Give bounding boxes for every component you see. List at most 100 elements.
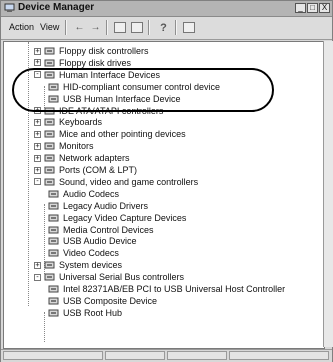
tree-item-label: Legacy Audio Drivers bbox=[63, 200, 149, 211]
tree-item-label: Human Interface Devices bbox=[59, 69, 161, 80]
tree-category-item[interactable]: + Network adapters bbox=[34, 152, 130, 164]
minimize-button[interactable]: _ bbox=[295, 3, 306, 13]
tree-item-label: Floppy disk controllers bbox=[59, 46, 149, 56]
tree-item-label: Keyboards bbox=[59, 117, 103, 128]
expand-icon[interactable]: + bbox=[34, 261, 41, 269]
forward-icon[interactable]: → bbox=[89, 21, 102, 34]
hid-device-icon bbox=[48, 94, 60, 104]
audio-icon bbox=[48, 213, 60, 223]
tree-category-item[interactable]: + IDE ATA/ATAPI controllers bbox=[34, 105, 163, 117]
device-tree[interactable]: + Floppy disk controllers + Floppy disk dri… bbox=[3, 41, 325, 349]
tree-child-item[interactable]: USB Root Hub bbox=[48, 307, 122, 319]
collapse-icon[interactable]: - bbox=[34, 178, 41, 186]
tree-item-label: USB Human Interface Device bbox=[63, 93, 181, 104]
tree-guide-line bbox=[44, 312, 45, 342]
tree-item-label: Video Codecs bbox=[63, 248, 119, 259]
audio-icon bbox=[48, 189, 60, 199]
tree-child-item[interactable]: Media Control Devices bbox=[48, 224, 154, 236]
keyboard-icon bbox=[44, 117, 56, 127]
view-icon[interactable] bbox=[131, 22, 143, 33]
usb-icon bbox=[48, 308, 60, 318]
status-cell bbox=[3, 351, 103, 360]
tree-category-item[interactable]: + Floppy disk controllers bbox=[34, 45, 149, 57]
tree-child-item[interactable]: USB Composite Device bbox=[48, 295, 157, 307]
window-title: Device Manager bbox=[18, 2, 95, 13]
scan-icon[interactable] bbox=[183, 22, 195, 33]
tree-item-label: Ports (COM & LPT) bbox=[59, 165, 138, 175]
tree-item-label: USB Audio Device bbox=[63, 236, 137, 247]
audio-icon bbox=[48, 201, 60, 211]
tree-child-item[interactable]: Legacy Video Capture Devices bbox=[48, 212, 186, 224]
hid-device-icon bbox=[48, 82, 60, 92]
expand-icon[interactable]: + bbox=[34, 107, 41, 114]
audio-icon bbox=[48, 225, 60, 235]
tree-child-item[interactable]: Audio Codecs bbox=[48, 188, 119, 200]
toolbar-separator bbox=[148, 20, 150, 35]
close-button[interactable]: X bbox=[319, 3, 330, 13]
tree-category-item[interactable]: + Keyboards bbox=[34, 116, 102, 128]
sound-icon bbox=[44, 177, 56, 187]
usb-icon bbox=[44, 272, 56, 282]
tree-item-label: HID-compliant consumer control device bbox=[63, 81, 221, 92]
tree-item-label: Audio Codecs bbox=[63, 188, 120, 199]
tree-category-item[interactable]: + System devices bbox=[34, 259, 122, 271]
expand-icon[interactable]: + bbox=[34, 154, 41, 162]
vertical-scrollbar[interactable] bbox=[323, 41, 333, 347]
expand-icon[interactable]: + bbox=[34, 47, 41, 55]
tree-category-item[interactable]: + Floppy disk drives bbox=[34, 57, 131, 69]
tree-child-item[interactable]: USB Audio Device bbox=[48, 235, 137, 247]
device-manager-window: Device Manager _ □ X Action View ← → ? +… bbox=[0, 0, 333, 362]
tree-guide-line bbox=[28, 42, 29, 306]
tree-item-label: Monitors bbox=[59, 141, 94, 152]
tree-category-item[interactable]: + Mice and other pointing devices bbox=[34, 128, 186, 140]
status-cell bbox=[229, 351, 329, 360]
tree-child-item[interactable]: Video Codecs bbox=[48, 247, 119, 259]
status-cell bbox=[105, 351, 165, 360]
floppy-drive-icon bbox=[44, 58, 56, 68]
tree-child-item[interactable]: Intel 82371AB/EB PCI to USB Universal Ho… bbox=[48, 283, 285, 295]
tree-item-label: Intel 82371AB/EB PCI to USB Universal Ho… bbox=[63, 284, 286, 294]
expand-icon[interactable]: + bbox=[34, 59, 41, 67]
tree-child-item[interactable]: Legacy Audio Drivers bbox=[48, 200, 148, 212]
port-icon bbox=[44, 165, 56, 175]
usb-icon bbox=[48, 284, 60, 294]
usb-icon bbox=[48, 296, 60, 306]
mouse-icon bbox=[44, 129, 56, 139]
device-manager-app-icon bbox=[4, 3, 15, 12]
collapse-icon[interactable]: - bbox=[34, 71, 41, 79]
menu-toolbar: Action View ← → ? bbox=[1, 17, 332, 40]
title-bar[interactable]: Device Manager _ □ X bbox=[1, 1, 332, 17]
tree-item-label: Network adapters bbox=[59, 153, 130, 164]
tree-category-item[interactable]: + Monitors bbox=[34, 140, 94, 152]
expand-icon[interactable]: + bbox=[34, 142, 41, 150]
tree-category-item[interactable]: - Human Interface Devices bbox=[34, 69, 160, 81]
expand-icon[interactable]: + bbox=[34, 166, 41, 174]
status-bar bbox=[1, 349, 332, 362]
network-icon bbox=[44, 153, 56, 163]
tree-item-label: USB Root Hub bbox=[63, 307, 123, 318]
collapse-icon[interactable]: - bbox=[34, 273, 41, 281]
toolbar-separator bbox=[175, 20, 177, 35]
tree-item-label: Media Control Devices bbox=[63, 224, 154, 235]
tree-category-item[interactable]: - Sound, video and game controllers bbox=[34, 176, 198, 188]
tree-category-item[interactable]: + Ports (COM & LPT) bbox=[34, 164, 137, 176]
expand-icon[interactable]: + bbox=[34, 118, 41, 126]
tree-item-label: Floppy disk drives bbox=[59, 57, 132, 68]
tree-item-label: Universal Serial Bus controllers bbox=[59, 272, 185, 283]
tree-child-item[interactable]: HID-compliant consumer control device bbox=[48, 81, 220, 93]
properties-icon[interactable] bbox=[114, 22, 126, 33]
audio-icon bbox=[48, 248, 60, 258]
view-menu[interactable]: View bbox=[40, 22, 59, 32]
help-icon[interactable]: ? bbox=[157, 21, 170, 34]
maximize-button[interactable]: □ bbox=[307, 3, 318, 13]
tree-child-item[interactable]: USB Human Interface Device bbox=[48, 93, 181, 105]
back-icon[interactable]: ← bbox=[73, 21, 86, 34]
expand-icon[interactable]: + bbox=[34, 130, 41, 138]
action-menu[interactable]: Action bbox=[9, 22, 34, 32]
ide-icon bbox=[44, 106, 56, 116]
tree-item-label: Legacy Video Capture Devices bbox=[63, 212, 187, 223]
system-icon bbox=[44, 260, 56, 270]
tree-item-label: Sound, video and game controllers bbox=[59, 176, 199, 187]
toolbar-separator bbox=[106, 20, 108, 35]
tree-category-item[interactable]: - Universal Serial Bus controllers bbox=[34, 271, 184, 283]
